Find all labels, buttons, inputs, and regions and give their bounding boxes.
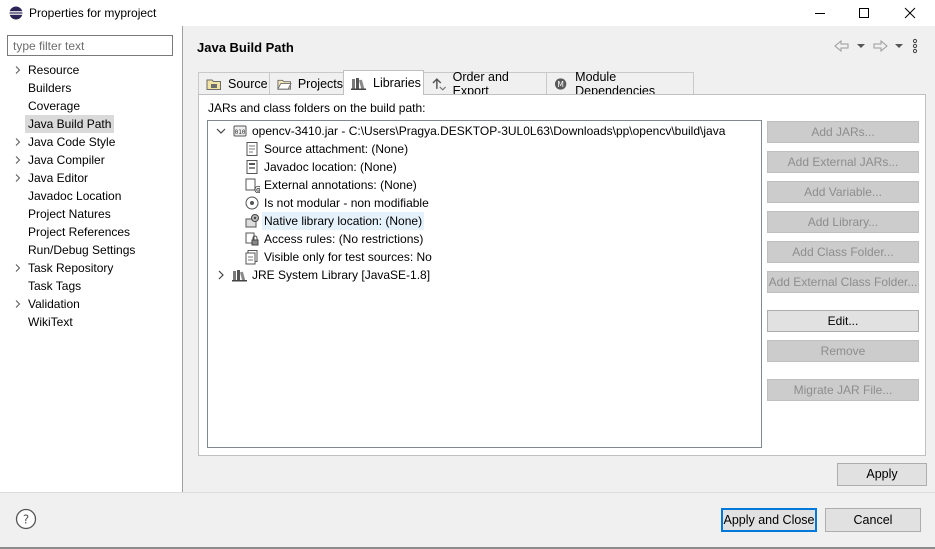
- jar-child-javadoc-location[interactable]: Javadoc location: (None): [244, 158, 397, 176]
- module-icon: M: [554, 77, 567, 90]
- library-icon: [232, 270, 247, 282]
- preference-tree: Resource Builders Coverage Java Build Pa…: [0, 61, 183, 331]
- page-header: Java Build Path: [184, 26, 935, 66]
- svg-text:@: @: [254, 185, 260, 193]
- jar-child-source-attachment[interactable]: Source attachment: (None): [244, 140, 408, 158]
- preference-sidebar: Resource Builders Coverage Java Build Pa…: [0, 26, 183, 492]
- tab-module-dependencies[interactable]: M Module Dependencies: [546, 70, 694, 98]
- close-button[interactable]: [887, 0, 933, 26]
- chevron-right-icon[interactable]: [14, 264, 22, 272]
- title-bar: Properties for myproject: [0, 0, 935, 26]
- source-folder-icon: [206, 79, 221, 90]
- chevron-right-icon[interactable]: [14, 300, 22, 308]
- jar-file-icon: 010: [233, 125, 247, 137]
- svg-text:M: M: [557, 79, 564, 88]
- add-library-button[interactable]: Add Library...: [767, 211, 919, 233]
- sidebar-item-project-natures[interactable]: Project Natures: [0, 205, 183, 223]
- maximize-button[interactable]: [841, 0, 887, 26]
- svg-text:?: ?: [23, 513, 29, 527]
- libraries-panel: JARs and class folders on the build path…: [198, 94, 926, 456]
- sidebar-item-java-code-style[interactable]: Java Code Style: [0, 133, 183, 151]
- svg-text:010: 010: [235, 129, 246, 136]
- chevron-right-icon[interactable]: [216, 270, 226, 280]
- chevron-right-icon[interactable]: [14, 66, 22, 74]
- sidebar-item-wikitext[interactable]: WikiText: [0, 313, 183, 331]
- annotations-icon: @: [245, 178, 260, 193]
- jar-child-access-rules[interactable]: Access rules: (No restrictions): [244, 230, 423, 248]
- chevron-down-icon[interactable]: [856, 41, 866, 51]
- window-title: Properties for myproject: [29, 6, 157, 20]
- add-class-folder-button[interactable]: Add Class Folder...: [767, 241, 919, 263]
- chevron-down-icon[interactable]: [216, 126, 226, 136]
- native-library-icon: [245, 214, 259, 228]
- more-vertical-icon[interactable]: [911, 38, 919, 54]
- forward-nav[interactable]: [872, 38, 904, 54]
- close-icon: [904, 7, 916, 19]
- libraries-icon: [351, 78, 366, 90]
- sidebar-item-javadoc-location[interactable]: Javadoc Location: [0, 187, 183, 205]
- page-title: Java Build Path: [197, 40, 294, 55]
- sidebar-item-java-compiler[interactable]: Java Compiler: [0, 151, 183, 169]
- add-variable-button[interactable]: Add Variable...: [767, 181, 919, 203]
- chevron-right-icon[interactable]: [14, 138, 22, 146]
- sidebar-item-task-repository[interactable]: Task Repository: [0, 259, 183, 277]
- jar-entry-opencv[interactable]: 010 opencv-3410.jar - C:\Users\Pragya.DE…: [216, 122, 725, 140]
- back-nav[interactable]: [834, 38, 866, 54]
- libraries-list-label: JARs and class folders on the build path…: [208, 101, 426, 115]
- view-menu-button[interactable]: [911, 38, 919, 54]
- apply-button[interactable]: Apply: [837, 463, 927, 486]
- forward-arrow-icon[interactable]: [872, 40, 888, 52]
- sidebar-item-validation[interactable]: Validation: [0, 295, 183, 313]
- test-sources-icon: [245, 250, 258, 265]
- projects-folder-icon: [277, 79, 292, 90]
- maximize-icon: [859, 8, 869, 18]
- minimize-icon: [815, 13, 825, 14]
- edit-button[interactable]: Edit...: [767, 310, 919, 332]
- libraries-tree[interactable]: 010 opencv-3410.jar - C:\Users\Pragya.DE…: [207, 120, 762, 448]
- sidebar-item-resource[interactable]: Resource: [0, 61, 183, 79]
- jar-child-is-not-modular[interactable]: Is not modular - non modifiable: [244, 194, 429, 212]
- source-attachment-icon: [246, 142, 258, 156]
- dialog-footer: ? Apply and Close Cancel: [0, 492, 935, 549]
- chevron-down-icon[interactable]: [894, 41, 904, 51]
- tab-projects[interactable]: Projects: [269, 72, 344, 94]
- migrate-jar-button[interactable]: Migrate JAR File...: [767, 379, 919, 401]
- order-export-icon: [432, 77, 447, 91]
- remove-button[interactable]: Remove: [767, 340, 919, 362]
- add-jars-button[interactable]: Add JARs...: [767, 121, 919, 143]
- tab-source[interactable]: Source: [198, 72, 270, 94]
- sidebar-item-task-tags[interactable]: Task Tags: [0, 277, 183, 295]
- sidebar-item-java-editor[interactable]: Java Editor: [0, 169, 183, 187]
- javadoc-icon: [246, 160, 258, 174]
- jar-child-visible-test-sources[interactable]: Visible only for test sources: No: [244, 248, 432, 266]
- sidebar-item-project-references[interactable]: Project References: [0, 223, 183, 241]
- jar-child-external-annotations[interactable]: @ External annotations: (None): [244, 176, 417, 194]
- add-external-class-folder-button[interactable]: Add External Class Folder...: [767, 271, 919, 293]
- filter-input[interactable]: [7, 35, 173, 56]
- minimize-button[interactable]: [797, 0, 843, 26]
- sidebar-item-coverage[interactable]: Coverage: [0, 97, 183, 115]
- sidebar-item-builders[interactable]: Builders: [0, 79, 183, 97]
- tab-order-and-export[interactable]: Order and Export: [423, 70, 547, 98]
- chevron-right-icon[interactable]: [14, 174, 22, 182]
- help-icon[interactable]: ?: [15, 508, 37, 530]
- jre-system-library[interactable]: JRE System Library [JavaSE-1.8]: [216, 266, 430, 284]
- module-info-icon: [245, 196, 259, 210]
- cancel-button[interactable]: Cancel: [825, 508, 921, 532]
- sidebar-item-run-debug-settings[interactable]: Run/Debug Settings: [0, 241, 183, 259]
- sidebar-item-java-build-path[interactable]: Java Build Path: [0, 115, 183, 133]
- tab-libraries[interactable]: Libraries: [343, 70, 424, 95]
- access-rules-icon: [245, 232, 259, 246]
- eclipse-logo-icon: [9, 6, 23, 20]
- back-arrow-icon[interactable]: [834, 40, 850, 52]
- add-external-jars-button[interactable]: Add External JARs...: [767, 151, 919, 173]
- apply-and-close-button[interactable]: Apply and Close: [721, 508, 817, 532]
- jar-child-native-library-location[interactable]: Native library location: (None): [244, 212, 425, 230]
- chevron-right-icon[interactable]: [14, 156, 22, 164]
